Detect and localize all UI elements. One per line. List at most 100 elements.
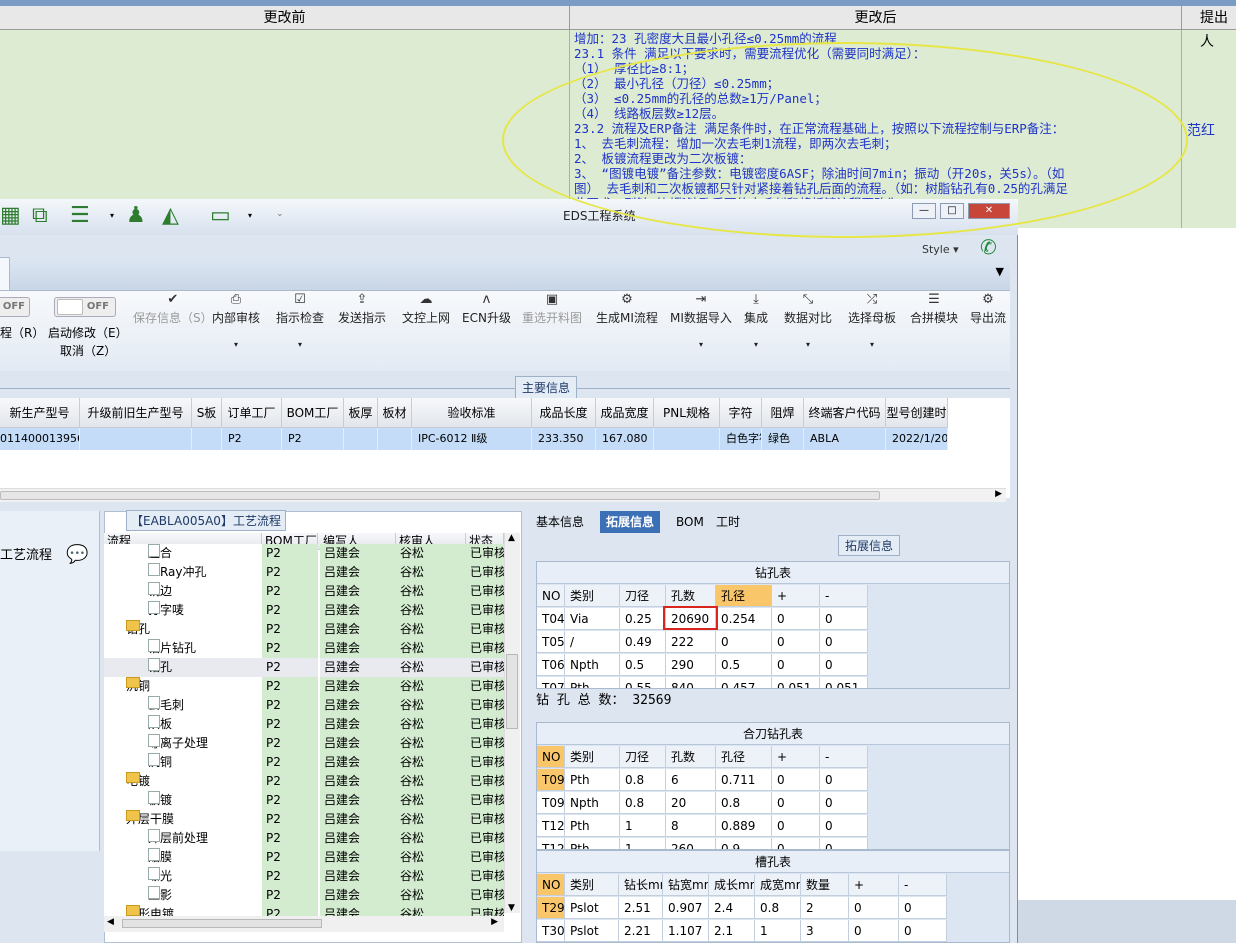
ribbon-button[interactable]: ⤮ 选择母板 ▾ (848, 291, 896, 349)
list-icon[interactable]: ☰ (70, 203, 90, 228)
table-cell[interactable]: 2.4 (709, 897, 755, 919)
grid-cell[interactable]: 233.350 (532, 428, 596, 450)
ribbon-button[interactable]: ʌ ECN升级 (462, 291, 511, 326)
grid-cell[interactable]: 2022/1/20 (886, 428, 948, 450)
scroll-up-icon[interactable]: ▲ (508, 533, 515, 543)
table-cell[interactable]: 0 (716, 631, 772, 653)
table-cell[interactable]: T04 (537, 608, 565, 630)
table-cell[interactable]: 2.51 (619, 897, 663, 919)
monitor-icon[interactable]: ▭ (210, 203, 231, 228)
ribbon-button[interactable]: ☁ 文控上网 (402, 291, 450, 326)
table-cell[interactable]: 1.107 (663, 920, 709, 942)
flow-row[interactable]: 去毛刺 P2 吕建会 谷松 已审核 (104, 696, 504, 715)
ribbon-button[interactable]: ⚙ 导出流 (970, 291, 1006, 326)
user-icon[interactable]: ♟ (126, 203, 146, 228)
table-cell[interactable]: 0.5 (716, 654, 772, 676)
scroll-thumb[interactable] (506, 654, 518, 729)
table-cell[interactable]: Via (565, 608, 620, 630)
ribbon-button[interactable]: ☰ 合拼模块 (910, 291, 958, 326)
ribbon-button[interactable]: ⚙ 生成MI流程 (596, 291, 658, 326)
tab-extended[interactable]: 拓展信息 (600, 511, 661, 533)
table-cell[interactable]: 0.051 (820, 677, 868, 688)
table-cell[interactable]: Pth (565, 815, 620, 837)
grid-header[interactable]: 型号创建时 (886, 398, 948, 428)
chevron-down-icon[interactable]: ▾ (744, 340, 768, 349)
flow-row[interactable]: ⊟钻孔P2吕建会谷松已审核 (104, 620, 504, 639)
horizontal-scrollbar[interactable]: ▶ (0, 488, 1006, 502)
table-cell[interactable]: 0 (772, 654, 820, 676)
flow-row[interactable]: X-Ray冲孔 P2 吕建会 谷松 已审核 (104, 563, 504, 582)
table-cell[interactable]: 0 (820, 631, 868, 653)
grid-header[interactable]: 板厚 (344, 398, 378, 428)
table-cell[interactable]: T30 (537, 920, 565, 942)
table-cell[interactable]: T07 (537, 677, 565, 688)
grid-header[interactable]: 升级前旧生产型号 (80, 398, 192, 428)
tab-basic[interactable]: 基本信息 (530, 511, 590, 533)
ribbon-left-label[interactable]: 程（R） (0, 324, 44, 341)
customize-icon[interactable]: ⌄ (276, 209, 284, 219)
ribbon-button[interactable]: ⤓ 集成 ▾ (744, 291, 768, 349)
table-cell[interactable]: 0.457 (716, 677, 772, 688)
table-cell[interactable]: 0 (899, 920, 947, 942)
flow-horizontal-scrollbar[interactable]: ◀ ▶ (104, 916, 504, 932)
table-cell[interactable]: Npth (565, 654, 620, 676)
table-cell[interactable]: 6 (666, 769, 716, 791)
scroll-left-icon[interactable]: ◀ (107, 917, 114, 927)
table-cell[interactable]: 290 (666, 654, 716, 676)
tab-bom[interactable]: BOM (670, 511, 710, 533)
toggle-switch[interactable]: OFF (0, 297, 30, 317)
table-cell[interactable]: T12 (537, 838, 565, 849)
table-cell[interactable]: T12 (537, 815, 565, 837)
chevron-down-icon[interactable]: ▾ (848, 340, 896, 349)
start-modify-toggle[interactable]: OFF (54, 297, 116, 317)
chevron-down-icon[interactable]: ▾ (670, 340, 732, 349)
start-modify-label[interactable]: 启动修改（E） (48, 324, 128, 341)
flow-row[interactable]: 贴膜 P2 吕建会 谷松 已审核 (104, 848, 504, 867)
flow-row[interactable]: 等离子处理 P2 吕建会 谷松 已审核 (104, 734, 504, 753)
table-cell[interactable]: 0 (820, 838, 868, 849)
flow-row[interactable]: 铝片钻孔 P2 吕建会 谷松 已审核 (104, 639, 504, 658)
ribbon-button[interactable]: ▣ 重选开料图 (522, 291, 582, 326)
table-cell[interactable]: 840 (666, 677, 716, 688)
chevron-down-icon[interactable]: ▾ (248, 211, 252, 220)
grid-header[interactable]: BOM工厂 (282, 398, 344, 428)
table-cell[interactable]: 0 (820, 608, 868, 630)
table-cell[interactable]: Pth (565, 677, 620, 688)
grid-header[interactable]: 成品长度 (532, 398, 596, 428)
table-cell[interactable]: 20 (666, 792, 716, 814)
flow-row[interactable]: 铣边 P2 吕建会 谷松 已审核 (104, 582, 504, 601)
grid-cell[interactable]: 绿色 (762, 428, 804, 450)
phone-icon[interactable]: ✆ (980, 235, 997, 259)
table-cell[interactable]: 0 (772, 815, 820, 837)
left-pane-title[interactable]: 工艺流程 (0, 544, 52, 563)
table-cell[interactable]: 1 (620, 838, 666, 849)
table-cell[interactable]: 0.907 (663, 897, 709, 919)
flow-row[interactable]: 压合 P2 吕建会 谷松 已审核 (104, 544, 504, 563)
grid-cell[interactable] (654, 428, 720, 450)
table-cell[interactable]: 3 (801, 920, 849, 942)
flow-row[interactable]: 板镀 P2 吕建会 谷松 已审核 (104, 791, 504, 810)
flow-row[interactable]: 外层前处理 P2 吕建会 谷松 已审核 (104, 829, 504, 848)
table-cell[interactable]: 0 (849, 897, 899, 919)
table-cell[interactable]: 0 (772, 792, 820, 814)
table-cell[interactable]: 1 (620, 815, 666, 837)
ribbon-button[interactable]: ⎙ 内部审核 ▾ (212, 291, 260, 349)
table-cell[interactable]: 0.8 (755, 897, 801, 919)
grid-cell[interactable]: 167.080 (596, 428, 654, 450)
table-cell[interactable]: 0 (772, 769, 820, 791)
grid-header[interactable]: 订单工厂 (222, 398, 282, 428)
grid-cell[interactable]: IPC-6012 Ⅱ级 (412, 428, 532, 450)
table-cell[interactable]: 0.8 (620, 769, 666, 791)
ribbon-button[interactable]: ☑ 指示检查 ▾ (276, 291, 324, 349)
table-cell[interactable]: T05 (537, 631, 565, 653)
grid-header[interactable]: 新生产型号 (0, 398, 80, 428)
ribbon-button[interactable]: ✔ 保存信息（S） (133, 291, 213, 326)
chevron-down-icon[interactable]: ▾ (784, 340, 832, 349)
table-cell[interactable]: 0.8 (716, 792, 772, 814)
table-cell[interactable]: 2 (801, 897, 849, 919)
table-cell[interactable]: 0.9 (716, 838, 772, 849)
scroll-thumb[interactable] (122, 919, 322, 928)
table-cell[interactable]: 0 (772, 838, 820, 849)
table-cell[interactable]: T09 (537, 769, 565, 791)
flow-row[interactable]: ⊟沉铜P2吕建会谷松已审核 (104, 677, 504, 696)
